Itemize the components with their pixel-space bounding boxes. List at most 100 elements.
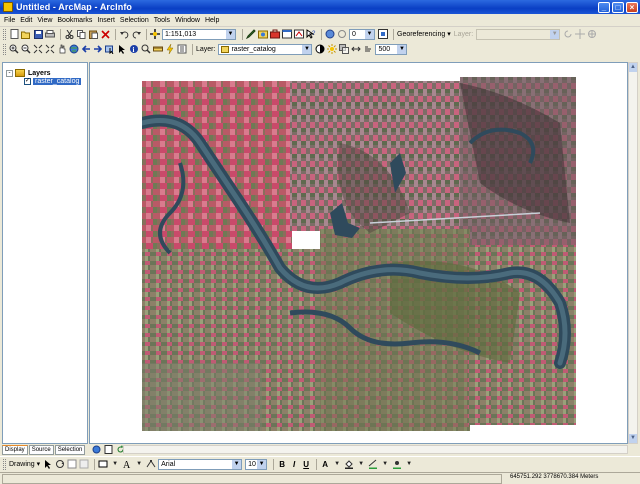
bold-button[interactable]: B: [277, 460, 287, 469]
fit-to-display-icon[interactable]: [378, 29, 388, 39]
toolbar-grip[interactable]: [3, 458, 6, 470]
map-display[interactable]: [89, 62, 628, 444]
back-icon[interactable]: [81, 44, 91, 54]
toc-root-row[interactable]: - Layers: [6, 69, 51, 77]
chevron-down-icon[interactable]: ▼: [550, 29, 560, 39]
font-size-combo[interactable]: 10 ▼: [245, 458, 268, 470]
horizontal-scrollbar[interactable]: [123, 445, 628, 454]
maximize-button[interactable]: □: [612, 1, 624, 13]
shift-icon[interactable]: [575, 29, 586, 39]
close-button[interactable]: ×: [626, 1, 638, 13]
rotate-element-icon[interactable]: [55, 459, 65, 469]
select-elements-icon[interactable]: [117, 44, 127, 54]
georef-rotate-icon[interactable]: [337, 29, 347, 39]
underline-button[interactable]: U: [301, 460, 311, 469]
georef-view-icon[interactable]: [325, 29, 335, 39]
swipe-icon[interactable]: [351, 44, 362, 54]
paste-icon[interactable]: [88, 29, 98, 39]
text-tool-icon[interactable]: A: [122, 459, 132, 469]
layer-name-label[interactable]: raster_catalog: [33, 78, 82, 85]
italic-button[interactable]: I: [289, 460, 299, 469]
flicker-icon[interactable]: [363, 44, 373, 54]
print-icon[interactable]: [45, 29, 55, 39]
georef-count-combo[interactable]: 0 ▼: [349, 28, 375, 40]
full-extent-icon[interactable]: [69, 44, 79, 54]
editor-icon[interactable]: [246, 29, 256, 39]
font-name-combo[interactable]: Arial ▼: [158, 458, 243, 470]
pan-icon[interactable]: [57, 44, 67, 54]
chevron-down-icon[interactable]: ▼: [226, 29, 235, 39]
menu-view[interactable]: View: [37, 17, 52, 24]
layer-visibility-checkbox[interactable]: ✓: [24, 78, 31, 85]
line-color-icon[interactable]: [368, 459, 378, 469]
redo-icon[interactable]: [131, 29, 141, 39]
menu-file[interactable]: File: [4, 17, 15, 24]
fill-color-icon[interactable]: [344, 459, 354, 469]
tab-source[interactable]: Source: [28, 445, 54, 455]
chevron-down-icon[interactable]: ▼: [332, 459, 342, 469]
drawing-menu[interactable]: Drawing ▾: [9, 460, 40, 468]
map-scale-combo[interactable]: 1:151,013 ▼: [162, 28, 236, 40]
table-of-contents[interactable]: - Layers ✓ raster_catalog: [2, 62, 88, 444]
chevron-down-icon[interactable]: ▼: [110, 459, 120, 469]
fixed-zoom-out-icon[interactable]: [45, 44, 55, 54]
rotate-icon[interactable]: [563, 29, 573, 39]
flicker-rate-combo[interactable]: 500 ▼: [375, 43, 408, 55]
copy-icon[interactable]: [76, 29, 86, 39]
forward-icon[interactable]: [93, 44, 103, 54]
toc-layer-raster-catalog[interactable]: ✓ raster_catalog: [24, 78, 82, 85]
chevron-down-icon[interactable]: ▼: [380, 459, 390, 469]
effects-layer-combo[interactable]: raster_catalog ▼: [218, 43, 313, 55]
undo-icon[interactable]: [119, 29, 129, 39]
fixed-zoom-in-icon[interactable]: [33, 44, 43, 54]
chevron-down-icon[interactable]: ▼: [356, 459, 366, 469]
tab-display[interactable]: Display: [2, 445, 28, 455]
toolbar-grip[interactable]: [3, 28, 6, 40]
contrast-icon[interactable]: [315, 44, 325, 54]
arctoolbox-icon[interactable]: [270, 29, 280, 39]
toc-root-label[interactable]: Layers: [28, 70, 51, 77]
command-line-icon[interactable]: [282, 29, 292, 39]
chevron-down-icon[interactable]: ▼: [302, 44, 312, 54]
edit-vertices-icon[interactable]: [146, 459, 156, 469]
zoom-in-icon[interactable]: [9, 44, 19, 54]
chevron-down-icon[interactable]: ▼: [404, 459, 414, 469]
cut-icon[interactable]: [64, 29, 74, 39]
menu-help[interactable]: Help: [205, 17, 219, 24]
chevron-down-icon[interactable]: ▼: [257, 459, 267, 469]
georeferencing-menu[interactable]: Georeferencing ▾: [397, 30, 451, 38]
font-color-button[interactable]: A: [320, 460, 330, 469]
vertical-scrollbar[interactable]: ▲ ▼: [628, 62, 638, 444]
tab-selection[interactable]: Selection: [54, 445, 86, 455]
georef-layer-combo[interactable]: ▼: [476, 28, 561, 40]
zoom-whole-page-icon[interactable]: [67, 459, 77, 469]
rectangle-tool-icon[interactable]: [98, 459, 108, 469]
catalog-icon[interactable]: [258, 29, 268, 39]
menu-edit[interactable]: Edit: [20, 17, 32, 24]
hyperlink-icon[interactable]: [165, 44, 175, 54]
select-features-icon[interactable]: [105, 44, 115, 54]
add-control-points-icon[interactable]: [587, 29, 597, 39]
marker-color-icon[interactable]: [392, 459, 402, 469]
measure-icon[interactable]: [153, 44, 163, 54]
menu-window[interactable]: Window: [175, 17, 200, 24]
save-icon[interactable]: [33, 29, 43, 39]
menu-insert[interactable]: Insert: [97, 17, 115, 24]
layout-view-icon[interactable]: [103, 445, 113, 455]
chevron-down-icon[interactable]: ▼: [134, 459, 144, 469]
add-data-icon[interactable]: [150, 29, 160, 39]
brightness-icon[interactable]: [327, 44, 338, 54]
find-icon[interactable]: [141, 44, 151, 54]
raster-catalog-image[interactable]: [90, 63, 628, 444]
data-view-icon[interactable]: [91, 445, 101, 455]
toolbar-grip[interactable]: [3, 43, 6, 55]
scroll-down-icon[interactable]: ▼: [629, 434, 637, 443]
chevron-down-icon[interactable]: ▼: [365, 29, 374, 39]
minimize-button[interactable]: _: [598, 1, 610, 13]
model-builder-icon[interactable]: [294, 29, 304, 39]
collapse-icon[interactable]: -: [6, 69, 13, 77]
menu-tools[interactable]: Tools: [154, 17, 170, 24]
new-icon[interactable]: [9, 29, 19, 39]
open-icon[interactable]: [21, 29, 31, 39]
menu-bookmarks[interactable]: Bookmarks: [57, 17, 92, 24]
